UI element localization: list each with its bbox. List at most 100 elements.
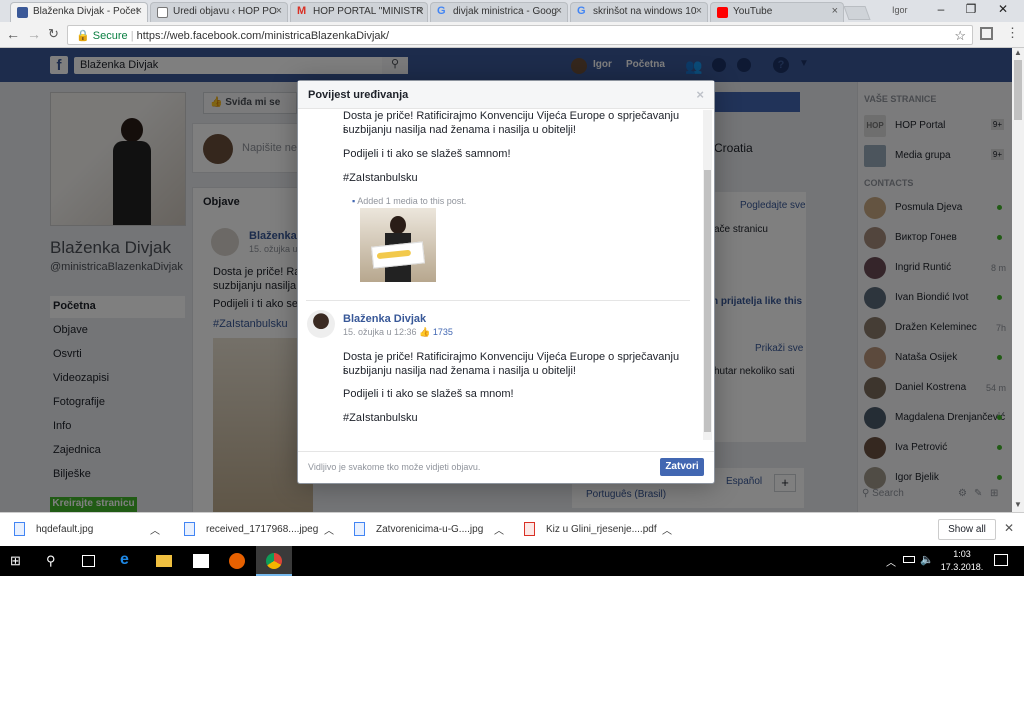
bookmark-star-icon[interactable]: ☆	[954, 28, 966, 44]
like-count[interactable]: 1735	[433, 327, 453, 337]
post-author[interactable]: Blaženka Divjak	[343, 313, 426, 325]
tray-chevron-icon[interactable]: ︿	[886, 554, 896, 569]
media-change-note: ▪ Added 1 media to this post.	[352, 196, 466, 206]
post-meta: 15. ožujka u 12:36 👍 1735	[343, 327, 453, 338]
edge-icon[interactable]: e	[120, 551, 136, 568]
post-text: suzbijanju nasilja nad ženama i nasilja …	[343, 124, 576, 136]
close-tab-icon[interactable]: ×	[556, 5, 562, 17]
firefox-icon[interactable]	[229, 553, 245, 569]
tab-gmail[interactable]: M HOP PORTAL "MINISTR ×	[290, 2, 428, 22]
download-filename: Kiz u Glini_rjesenje....pdf	[546, 524, 657, 535]
download-item[interactable]: received_1717968....jpeg ︿	[184, 513, 340, 547]
dialog-header: Povijest uređivanja ×	[298, 81, 714, 109]
thumbnail-sign	[370, 241, 426, 269]
task-view-icon[interactable]	[82, 555, 95, 567]
chevron-up-icon[interactable]: ︿	[662, 522, 672, 537]
secure-label: Secure	[92, 30, 128, 42]
battery-icon[interactable]	[903, 556, 915, 563]
forward-arrow-icon[interactable]: →	[27, 26, 41, 42]
tab-facebook[interactable]: Blaženka Divjak - Počet ×	[10, 2, 148, 22]
google-icon: G	[437, 5, 446, 17]
dialog-scrollbar[interactable]	[703, 110, 712, 440]
back-arrow-icon[interactable]: ←	[6, 26, 20, 42]
tab-title: HOP PORTAL "MINISTR	[313, 6, 424, 17]
post-text: Podijeli i ti ako se slažeš sa mnom!	[343, 388, 514, 400]
file-icon	[14, 522, 25, 536]
dialog-body: Dosta je priče! Ratificirajmo Konvenciju…	[298, 110, 714, 442]
chevron-up-icon[interactable]: ︿	[494, 522, 504, 537]
windows-taskbar: ⊞ ⚲ e ︿ 🔈 1:03 17.3.2018.	[0, 546, 1024, 576]
new-tab-button[interactable]	[843, 6, 871, 20]
chevron-up-icon[interactable]: ︿	[150, 522, 160, 537]
scrollbar-thumb[interactable]	[1014, 60, 1022, 120]
clock[interactable]: 1:03 17.3.2018.	[937, 548, 987, 574]
edit-history-dialog: Povijest uređivanja × Dosta je priče! Ra…	[297, 80, 715, 484]
clock-date: 17.3.2018.	[940, 562, 984, 572]
page-scrollbar[interactable]: ▲ ▼	[1012, 48, 1024, 512]
maximize-icon[interactable]: ❐	[956, 2, 986, 16]
facebook-favicon-icon	[17, 7, 28, 18]
windows-start-icon[interactable]: ⊞	[10, 553, 26, 569]
post-date[interactable]: 15. ožujka u 12:36	[343, 327, 417, 337]
downloads-bar: hqdefault.jpg ︿ received_1717968....jpeg…	[0, 512, 1024, 546]
search-icon[interactable]: ⚲	[46, 553, 62, 569]
profile-name[interactable]: Igor	[892, 5, 908, 15]
reload-icon[interactable]: ↻	[48, 26, 59, 42]
download-item[interactable]: hqdefault.jpg ︿	[14, 513, 170, 547]
close-tab-icon[interactable]: ×	[832, 5, 838, 17]
close-tab-icon[interactable]: ×	[416, 5, 422, 17]
minimize-icon[interactable]: –	[926, 2, 956, 16]
tab-title: skrinšot na windows 10	[593, 6, 697, 17]
youtube-icon	[717, 7, 728, 18]
close-icon[interactable]: ×	[696, 87, 704, 102]
close-tab-icon[interactable]: ×	[136, 5, 142, 17]
scroll-down-icon[interactable]: ▼	[1014, 500, 1022, 509]
window-close-icon[interactable]: ✕	[988, 2, 1018, 16]
google-icon: G	[577, 5, 586, 17]
tab-google-search-1[interactable]: G divjak ministrica - Goog ×	[430, 2, 568, 22]
tab-hop-edit[interactable]: Uredi objavu ‹ HOP PO ×	[150, 2, 288, 22]
clock-time: 1:03	[953, 549, 971, 559]
tab-google-search-2[interactable]: G skrinšot na windows 10 ×	[570, 2, 708, 22]
file-explorer-icon[interactable]	[156, 555, 172, 567]
download-item[interactable]: Zatvorenicima-u-G....jpg ︿	[354, 513, 510, 547]
url-text: https://web.facebook.com/ministricaBlaze…	[136, 30, 390, 42]
show-all-downloads-button[interactable]: Show all	[938, 519, 996, 540]
lock-icon: 🔒	[76, 30, 90, 42]
thumbnail-person-head	[390, 216, 406, 234]
extension-icon[interactable]	[980, 27, 993, 40]
chrome-taskbar-button[interactable]	[256, 546, 292, 576]
avatar[interactable]	[307, 310, 335, 338]
post-text: suzbijanju nasilja nad ženama i nasilja …	[343, 365, 576, 377]
added-media-thumbnail[interactable]	[360, 208, 436, 282]
download-filename: Zatvorenicima-u-G....jpg	[376, 524, 484, 535]
close-button[interactable]: Zatvori	[660, 458, 704, 476]
divider	[306, 300, 690, 301]
file-icon	[354, 522, 365, 536]
scrollbar-thumb[interactable]	[704, 170, 711, 432]
close-tab-icon[interactable]: ×	[696, 5, 702, 17]
chevron-up-icon[interactable]: ︿	[324, 522, 334, 537]
store-icon[interactable]	[193, 554, 209, 568]
media-note-text: Added 1 media to this post.	[357, 196, 467, 206]
download-filename: received_1717968....jpeg	[206, 524, 319, 535]
thumbnail-sign-logo	[376, 249, 412, 260]
chrome-menu-icon[interactable]: ⋮	[1006, 25, 1019, 41]
dialog-footer: Vidljivo je svakome tko može vidjeti obj…	[298, 451, 714, 483]
address-bar[interactable]: 🔒 Secure | https://web.facebook.com/mini…	[67, 25, 973, 45]
close-downloads-icon[interactable]: ✕	[1004, 521, 1014, 535]
download-item[interactable]: Kiz u Glini_rjesenje....pdf ︿	[524, 513, 680, 547]
chrome-icon	[266, 553, 282, 569]
scroll-up-icon[interactable]: ▲	[1014, 48, 1022, 57]
post-text: Podijeli i ti ako se slažeš samnom!	[343, 148, 511, 160]
tab-title: Uredi objavu ‹ HOP PO	[173, 6, 277, 17]
page-favicon-icon	[157, 7, 168, 18]
volume-icon[interactable]: 🔈	[920, 553, 934, 566]
tab-youtube[interactable]: YouTube ×	[710, 2, 844, 22]
browser-tab-strip: Blaženka Divjak - Počet × Uredi objavu ‹…	[0, 0, 1024, 22]
tab-title: Blaženka Divjak - Počet	[33, 6, 139, 17]
close-tab-icon[interactable]: ×	[276, 5, 282, 17]
notifications-center-icon[interactable]	[994, 554, 1008, 566]
pdf-file-icon	[524, 522, 535, 536]
file-icon	[184, 522, 195, 536]
